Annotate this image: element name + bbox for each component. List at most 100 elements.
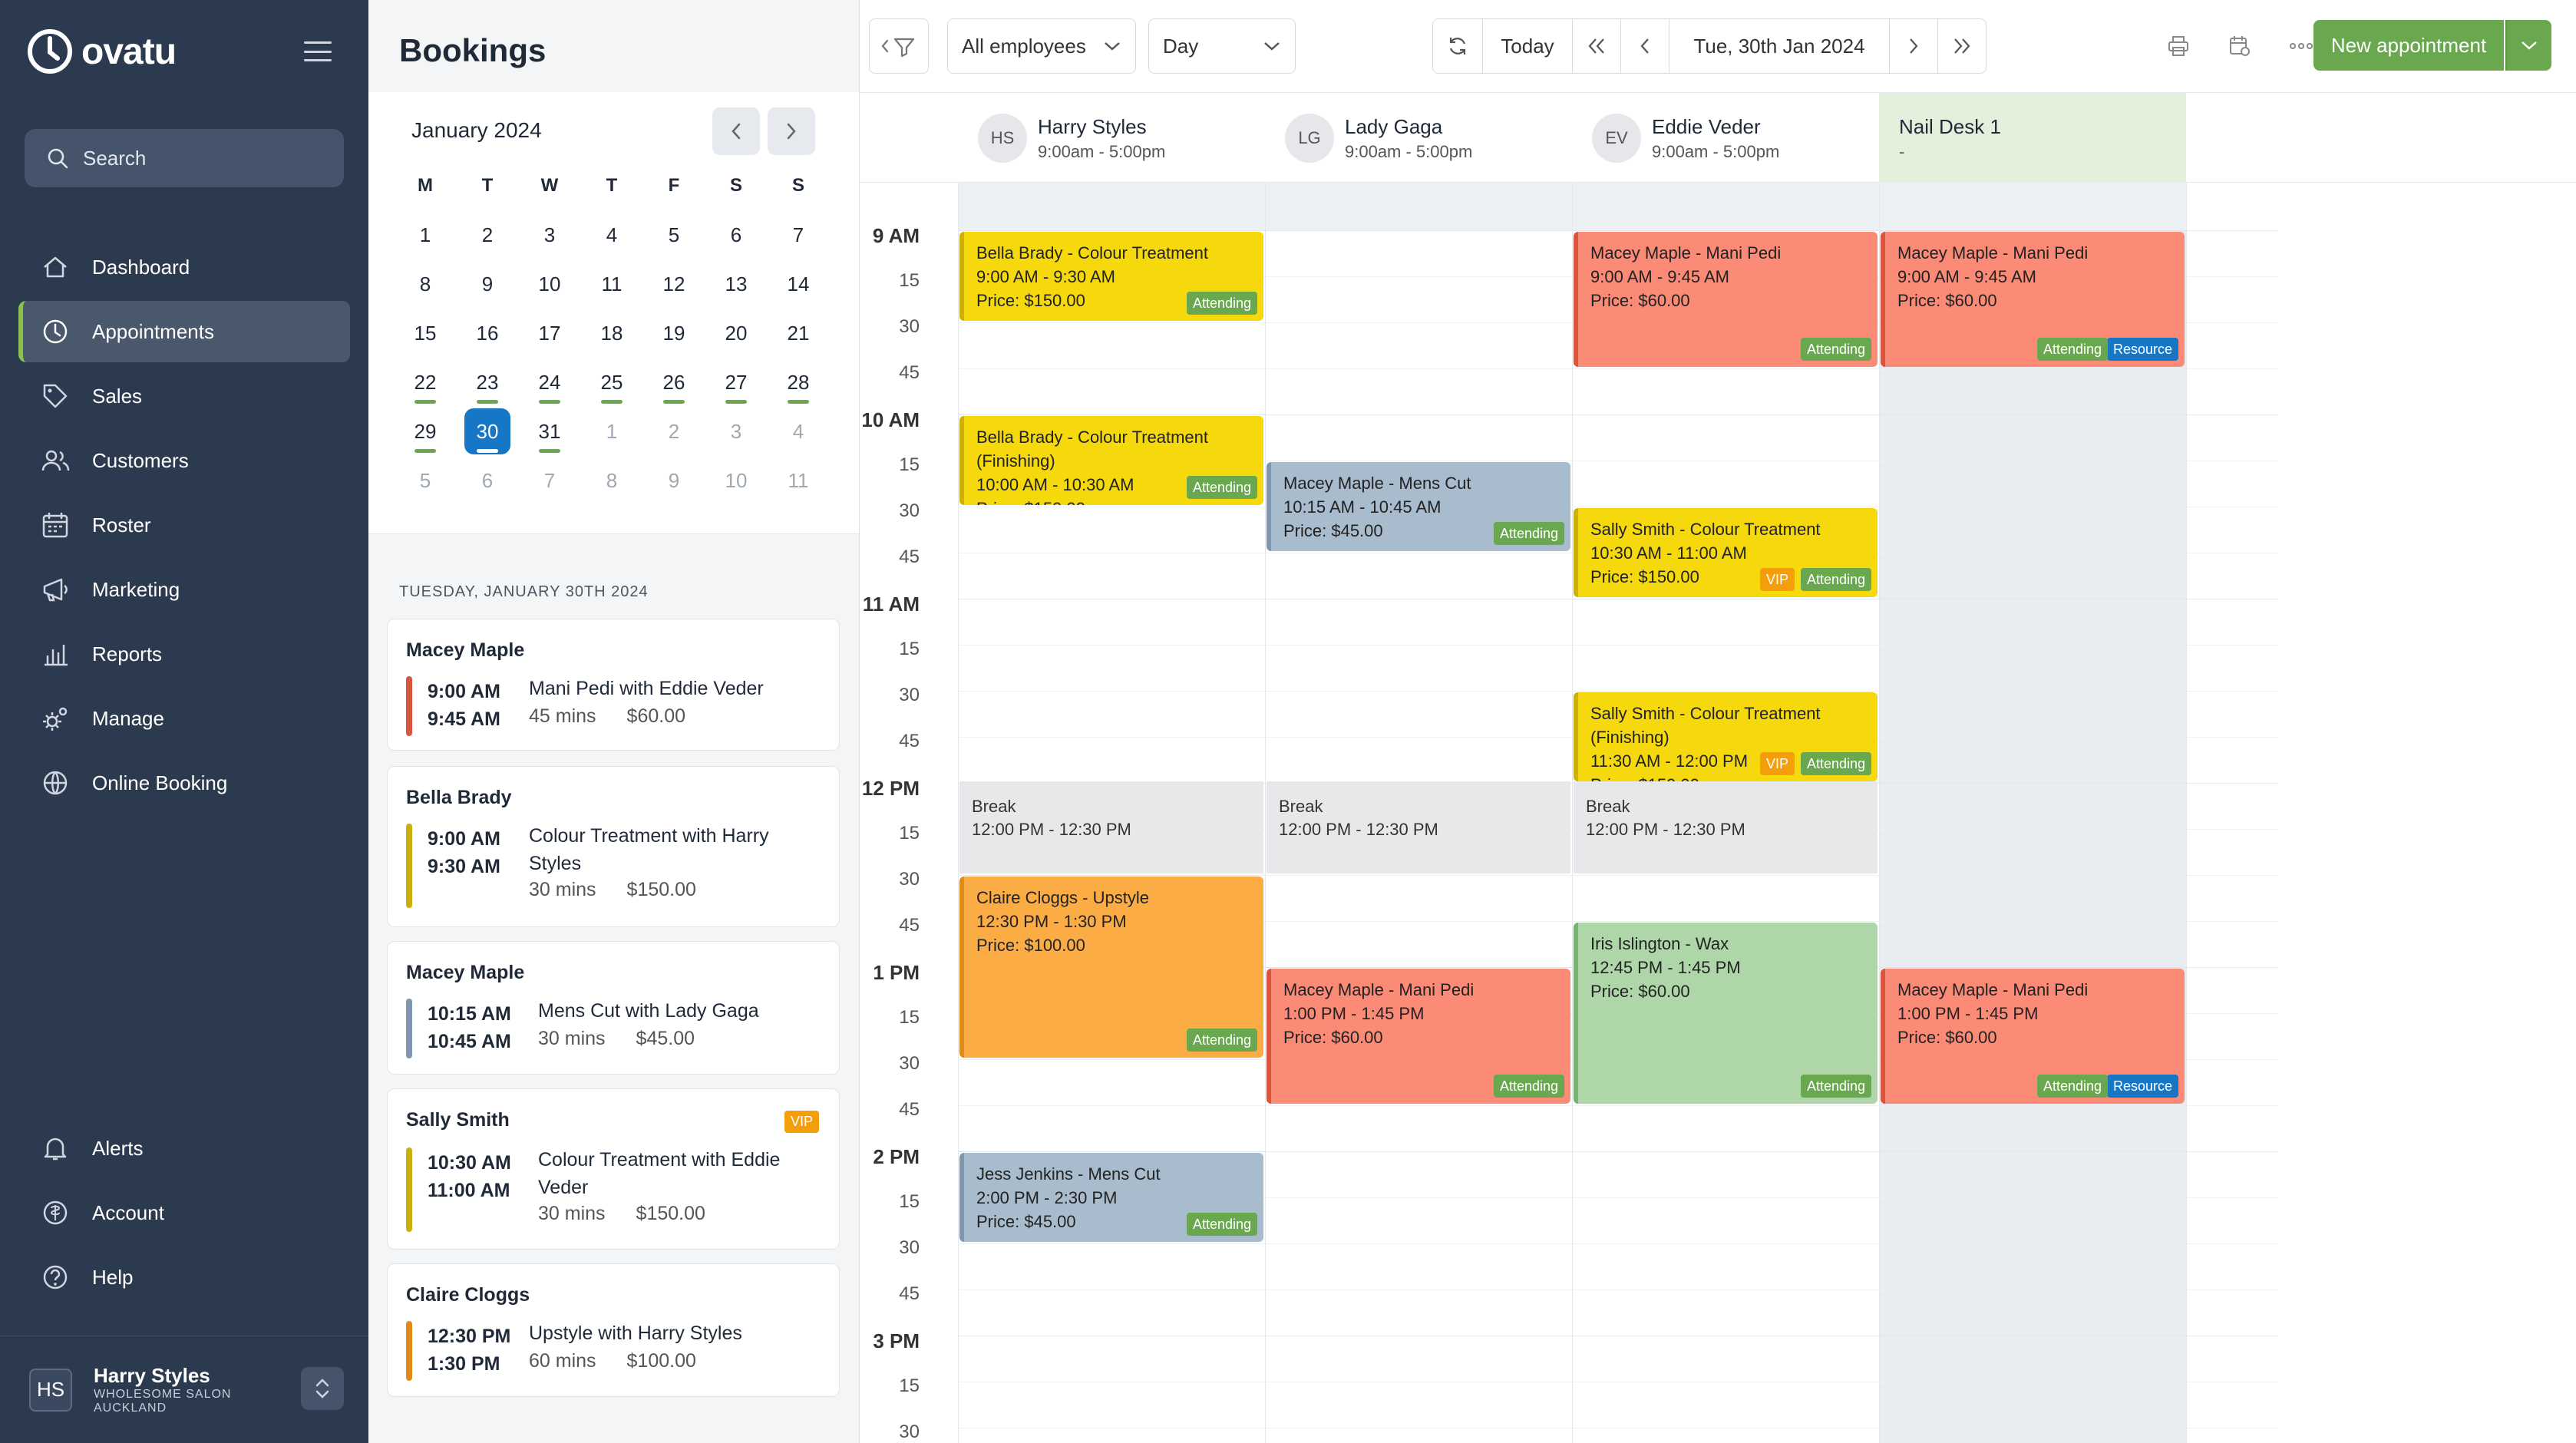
nav-item-online-booking[interactable]: Online Booking — [18, 752, 350, 814]
nav-item-marketing[interactable]: Marketing — [18, 559, 350, 620]
booking-card[interactable]: Claire Cloggs 12:30 PM 1:30 PM Upstyle with… — [387, 1263, 840, 1397]
column-header-nail-desk-1[interactable]: Nail Desk 1 - — [1879, 93, 2186, 183]
break-block[interactable]: Break 12:00 PM - 12:30 PM — [959, 781, 1263, 873]
nav-item-help[interactable]: Help — [18, 1247, 350, 1308]
search-input[interactable]: Search — [25, 129, 344, 187]
current-date[interactable]: Tue, 30th Jan 2024 — [1669, 18, 1890, 74]
calendar-day[interactable]: 5 — [651, 212, 697, 258]
calendar-day[interactable]: 10 — [713, 457, 759, 504]
calendar-day[interactable]: 29 — [402, 408, 448, 454]
next-month-button[interactable] — [768, 107, 815, 155]
nav-item-reports[interactable]: Reports — [18, 623, 350, 685]
booking-card[interactable]: Macey Maple 10:15 AM 10:45 AM Mens Cut with… — [387, 941, 840, 1075]
appointment-block[interactable]: Macey Maple - Mani Pedi 1:00 PM - 1:45 PM… — [1881, 969, 2185, 1104]
calendar-day[interactable]: 24 — [527, 359, 573, 405]
nav-item-alerts[interactable]: Alerts — [18, 1118, 350, 1179]
logo[interactable]: ovatu — [26, 28, 177, 75]
appointment-block[interactable]: Claire Cloggs - Upstyle 12:30 PM - 1:30 P… — [959, 877, 1263, 1058]
print-button[interactable] — [2154, 18, 2203, 74]
today-button[interactable]: Today — [1482, 18, 1573, 74]
calendar-day[interactable]: 8 — [589, 457, 635, 504]
calendar-day[interactable]: 3 — [713, 408, 759, 454]
refresh-button[interactable] — [1432, 18, 1483, 74]
calendar-day[interactable]: 7 — [775, 212, 821, 258]
calendar-day[interactable]: 3 — [527, 212, 573, 258]
appointment-block[interactable]: Bella Brady - Colour Treatment (Finishing… — [959, 416, 1263, 505]
column-header-harry-styles[interactable]: HS Harry Styles 9:00am - 5:00pm — [958, 93, 1265, 183]
appointment-block[interactable]: Macey Maple - Mens Cut 10:15 AM - 10:45 A… — [1267, 462, 1570, 551]
column-header-eddie-veder[interactable]: EV Eddie Veder 9:00am - 5:00pm — [1572, 93, 1879, 183]
view-select[interactable]: Day — [1148, 18, 1296, 74]
nav-item-manage[interactable]: Manage — [18, 688, 350, 749]
nav-item-dashboard[interactable]: Dashboard — [18, 236, 350, 298]
appointment-block[interactable]: Macey Maple - Mani Pedi 1:00 PM - 1:45 PM… — [1267, 969, 1570, 1104]
calendar-day[interactable]: 2 — [651, 408, 697, 454]
calendar-settings-button[interactable] — [2215, 18, 2264, 74]
calendar-day[interactable]: 2 — [464, 212, 510, 258]
appointment-block[interactable]: Macey Maple - Mani Pedi 9:00 AM - 9:45 AM… — [1574, 232, 1878, 367]
calendar-day[interactable]: 6 — [713, 212, 759, 258]
calendar-day[interactable]: 16 — [464, 310, 510, 356]
calendar-day[interactable]: 26 — [651, 359, 697, 405]
appointment-block[interactable]: Bella Brady - Colour Treatment 9:00 AM - … — [959, 232, 1263, 321]
calendar-day[interactable]: 8 — [402, 261, 448, 307]
new-appointment-dropdown[interactable] — [2505, 20, 2551, 71]
column-header-lady-gaga[interactable]: LG Lady Gaga 9:00am - 5:00pm — [1265, 93, 1572, 183]
booking-card[interactable]: Macey Maple 9:00 AM 9:45 AM Mani Pedi with … — [387, 619, 840, 751]
calendar-day[interactable]: 31 — [527, 408, 573, 454]
calendar-day[interactable]: 10 — [527, 261, 573, 307]
calendar-day[interactable]: 4 — [589, 212, 635, 258]
menu-toggle-icon[interactable] — [304, 41, 332, 61]
calendar-day[interactable]: 13 — [713, 261, 759, 307]
new-appointment-button[interactable]: New appointment — [2313, 20, 2504, 71]
booking-card[interactable]: Bella Brady 9:00 AM 9:30 AM Colour Treatmen… — [387, 766, 840, 927]
nav-item-customers[interactable]: Customers — [18, 430, 350, 491]
calendar-day[interactable]: 28 — [775, 359, 821, 405]
break-block[interactable]: Break 12:00 PM - 12:30 PM — [1574, 781, 1878, 873]
appointment-block[interactable]: Sally Smith - Colour Treatment (Finishing… — [1574, 692, 1878, 781]
appointment-block[interactable]: Iris Islington - Wax 12:45 PM - 1:45 PM Pr… — [1574, 923, 1878, 1104]
nav-item-sales[interactable]: Sales — [18, 365, 350, 427]
calendar-day[interactable]: 7 — [527, 457, 573, 504]
calendar-day[interactable]: 21 — [775, 310, 821, 356]
employees-select[interactable]: All employees — [947, 18, 1136, 74]
appointment-block[interactable]: Jess Jenkins - Mens Cut 2:00 PM - 2:30 PM… — [959, 1153, 1263, 1242]
calendar-day[interactable]: 14 — [775, 261, 821, 307]
calendar-day[interactable]: 1 — [589, 408, 635, 454]
calendar-day[interactable]: 12 — [651, 261, 697, 307]
calendar-day[interactable]: 23 — [464, 359, 510, 405]
prev-month-button[interactable] — [712, 107, 760, 155]
user-profile[interactable]: HS Harry Styles WHOLESOME SALON AUCKLAND — [0, 1336, 368, 1443]
appointment-block[interactable]: Sally Smith - Colour Treatment 10:30 AM -… — [1574, 508, 1878, 597]
calendar-day[interactable]: 27 — [713, 359, 759, 405]
next-day-button[interactable] — [1889, 18, 1938, 74]
break-block[interactable]: Break 12:00 PM - 12:30 PM — [1267, 781, 1570, 873]
calendar-day[interactable]: 1 — [402, 212, 448, 258]
calendar-day[interactable]: 11 — [775, 457, 821, 504]
calendar-day[interactable]: 11 — [589, 261, 635, 307]
booking-card[interactable]: Sally Smith 10:30 AM 11:00 AM Colour Treatm… — [387, 1088, 840, 1250]
calendar-day[interactable]: 19 — [651, 310, 697, 356]
calendar-day[interactable]: 9 — [651, 457, 697, 504]
nav-item-account[interactable]: Account — [18, 1182, 350, 1243]
calendar-day[interactable]: 5 — [402, 457, 448, 504]
calendar-day[interactable]: 25 — [589, 359, 635, 405]
prev-week-button[interactable] — [1572, 18, 1621, 74]
calendar-day[interactable]: 22 — [402, 359, 448, 405]
calendar-day[interactable]: 4 — [775, 408, 821, 454]
filter-button[interactable] — [869, 18, 929, 74]
nav-item-appointments[interactable]: Appointments — [18, 301, 350, 362]
next-week-button[interactable] — [1937, 18, 1986, 74]
nav-item-roster[interactable]: Roster — [18, 494, 350, 556]
calendar-day[interactable]: 6 — [464, 457, 510, 504]
calendar-day[interactable]: 15 — [402, 310, 448, 356]
calendar-day[interactable]: 20 — [713, 310, 759, 356]
grid-line — [958, 368, 2278, 369]
prev-day-button[interactable] — [1620, 18, 1669, 74]
calendar-day[interactable]: 9 — [464, 261, 510, 307]
calendar-day[interactable]: 30 — [464, 408, 510, 454]
calendar-day[interactable]: 17 — [527, 310, 573, 356]
appointment-block[interactable]: Macey Maple - Mani Pedi 9:00 AM - 9:45 AM… — [1881, 232, 2185, 367]
calendar-day[interactable]: 18 — [589, 310, 635, 356]
chevron-updown-icon[interactable] — [301, 1367, 344, 1410]
